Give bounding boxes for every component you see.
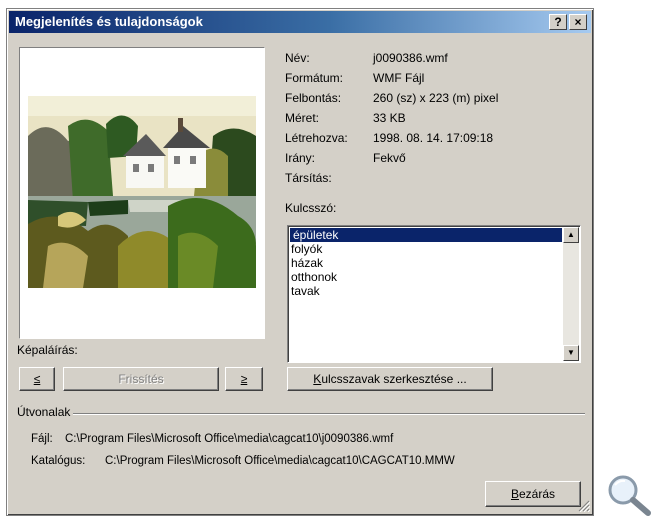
properties-dialog: Megjelenítés és tulajdonságok ? × Név: j… [6, 8, 594, 516]
image-preview-frame [19, 47, 265, 339]
previous-button[interactable]: ≤ [19, 367, 55, 391]
keywords-listbox[interactable]: épületek folyók házak otthonok tavak ▲ ▼ [287, 225, 581, 363]
resolution-label: Felbontás: [285, 91, 342, 105]
paths-group-label: Útvonalak [17, 405, 71, 419]
name-label: Név: [285, 51, 310, 65]
help-button[interactable]: ? [549, 14, 567, 30]
close-window-button[interactable]: × [569, 14, 587, 30]
keyword-list-item[interactable]: otthonok [288, 270, 580, 284]
size-label: Méret: [285, 111, 320, 125]
resize-grip-icon[interactable] [578, 500, 590, 512]
keyword-list-item[interactable]: épületek [290, 228, 562, 242]
close-button-label: ezárás [518, 487, 556, 501]
scroll-up-button[interactable]: ▲ [563, 227, 579, 243]
association-label: Társítás: [285, 171, 332, 185]
created-value: 1998. 08. 14. 17:09:18 [373, 131, 494, 145]
refresh-button-label: Frissítés [118, 372, 164, 386]
orientation-value: Fekvő [373, 151, 406, 165]
preview-image [28, 96, 256, 288]
resolution-value: 260 (sz) x 223 (m) pixel [373, 91, 499, 105]
edit-keywords-button[interactable]: Kulcsszavak szerkesztése ... [287, 367, 493, 391]
keyword-list-item[interactable]: tavak [288, 284, 580, 298]
caption-label: Képaláírás: [17, 343, 78, 357]
keyword-list-item[interactable]: házak [288, 256, 580, 270]
edit-keywords-label: ulcsszavak szerkesztése ... [321, 372, 467, 386]
scroll-down-button[interactable]: ▼ [563, 345, 579, 361]
size-value: 33 KB [373, 111, 406, 125]
orientation-label: Irány: [285, 151, 316, 165]
keywords-scrollbar[interactable]: ▲ ▼ [563, 227, 579, 361]
magnifier-icon[interactable] [604, 472, 654, 518]
format-label: Formátum: [285, 71, 344, 85]
close-button[interactable]: Bezárás [485, 481, 581, 507]
format-value: WMF Fájl [373, 71, 425, 85]
close-button-accel: B [510, 487, 519, 501]
name-value: j0090386.wmf [373, 51, 448, 65]
window-title: Megjelenítés és tulajdonságok [15, 14, 203, 29]
file-path-label: Fájl: [31, 433, 53, 445]
refresh-button[interactable]: Frissítés [63, 367, 219, 391]
catalog-path-label: Katalógus: [31, 455, 86, 467]
paths-separator [73, 413, 585, 415]
title-bar[interactable]: Megjelenítés és tulajdonságok ? × [9, 11, 591, 33]
previous-button-label: ≤ [33, 372, 41, 386]
created-label: Létrehozva: [285, 131, 348, 145]
keywords-label: Kulcsszó: [285, 201, 337, 215]
catalog-path-value: C:\Program Files\Microsoft Office\media\… [105, 455, 455, 467]
file-path-value: C:\Program Files\Microsoft Office\media\… [65, 433, 394, 445]
next-button-label: ≥ [240, 372, 248, 386]
next-button[interactable]: ≥ [225, 367, 263, 391]
keyword-list-item[interactable]: folyók [288, 242, 580, 256]
